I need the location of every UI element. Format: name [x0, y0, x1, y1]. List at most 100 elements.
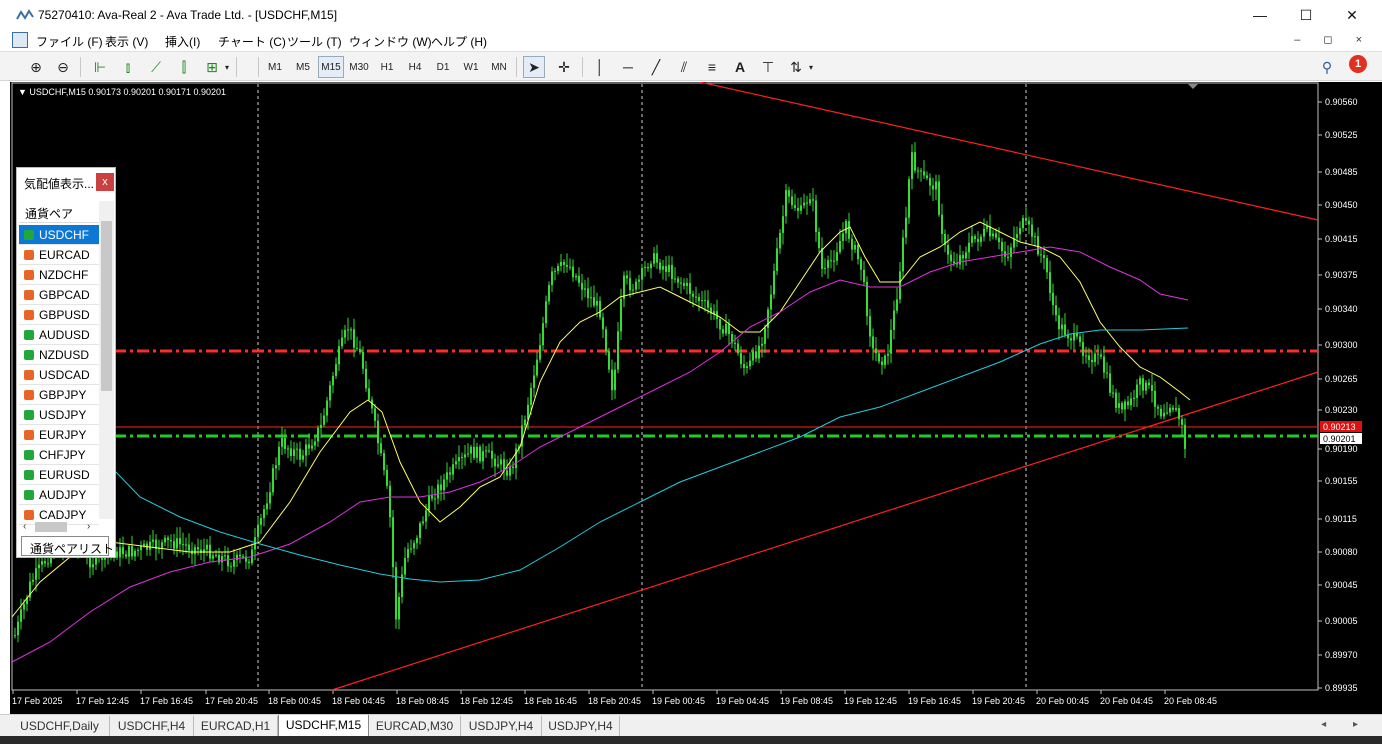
chart-canvas[interactable]: 0.90560 0.90525 0.90485 0.90450 0.90415 0.903…: [10, 82, 1382, 714]
crosshair-icon[interactable]: ✛: [553, 56, 575, 78]
timeframe-m30[interactable]: M30: [346, 56, 372, 78]
text-label-icon[interactable]: ⊤: [757, 56, 779, 78]
vertical-scrollbar[interactable]: [99, 201, 114, 519]
zoom-out-icon[interactable]: ⊖: [52, 56, 74, 78]
tab-symbol-list[interactable]: 通貨ペアリスト: [21, 536, 114, 556]
tab-navigation-arrows[interactable]: ◂ ▸: [1321, 719, 1370, 730]
symbol-row-eurusd[interactable]: EURUSD: [19, 465, 99, 485]
chevron-down-icon[interactable]: ▾: [222, 56, 232, 78]
close-button[interactable]: ✕: [1329, 0, 1375, 30]
timeframe-m1[interactable]: M1: [262, 56, 288, 78]
chart-tab-usdchf-m15[interactable]: USDCHF,M15: [278, 715, 369, 737]
candle-body: [1136, 384, 1138, 398]
scroll-right-icon[interactable]: ›: [87, 521, 90, 532]
bar-chart-icon[interactable]: ⊩: [89, 56, 111, 78]
mdi-window-controls[interactable]: – ◻ ×: [1294, 33, 1372, 46]
candle-body: [377, 420, 379, 444]
minimize-button[interactable]: —: [1237, 0, 1283, 30]
zoom-in-icon[interactable]: ⊕: [25, 56, 47, 78]
menu-chart[interactable]: チャート (C): [218, 33, 286, 50]
time-label: 17 Feb 12:45: [76, 696, 129, 706]
symbol-row-eurjpy[interactable]: EURJPY: [19, 425, 99, 445]
candle-chart-icon[interactable]: ⫾: [117, 56, 139, 78]
maximize-button[interactable]: ☐: [1283, 0, 1329, 30]
chart-tab-eurcad-h1[interactable]: EURCAD,H1: [194, 716, 278, 736]
chart-tab-eurcad-m30[interactable]: EURCAD,M30: [369, 716, 461, 736]
candle-body: [581, 282, 583, 290]
symbol-row-chfjpy[interactable]: CHFJPY: [19, 445, 99, 465]
notification-badge[interactable]: 1: [1349, 55, 1367, 73]
symbol-row-gbpusd[interactable]: GBPUSD: [19, 305, 99, 325]
price-chart[interactable]: 0.90560 0.90525 0.90485 0.90450 0.90415 0.903…: [10, 82, 1382, 714]
timeframe-m5[interactable]: M5: [290, 56, 316, 78]
chart-tab-usdjpy-h4[interactable]: USDJPY,H4: [461, 716, 542, 736]
timeframe-w1[interactable]: W1: [458, 56, 484, 78]
scrollbar-thumb[interactable]: [35, 522, 67, 532]
scrollbar-thumb[interactable]: [101, 221, 112, 391]
vertical-line-icon[interactable]: │: [589, 56, 611, 78]
candle-body: [311, 445, 313, 449]
candle-body: [608, 351, 610, 370]
symbol-row-usdjpy[interactable]: USDJPY: [19, 405, 99, 425]
candle-body: [923, 171, 925, 176]
chart-tab-usdjpy-h4-2[interactable]: USDJPY,H4: [542, 716, 620, 736]
indicators-icon[interactable]: ⫿: [173, 56, 195, 78]
symbol-row-gbpjpy[interactable]: GBPJPY: [19, 385, 99, 405]
timeframe-m15[interactable]: M15: [318, 56, 344, 78]
candle-body: [443, 479, 445, 491]
horizontal-line-icon[interactable]: ─: [617, 56, 639, 78]
plot-frame: [11, 82, 1319, 691]
candle-body: [476, 446, 478, 458]
chevron-down-icon[interactable]: ▾: [806, 56, 816, 78]
menu-help[interactable]: ヘルプ (H): [431, 33, 487, 50]
menu-tools[interactable]: ツール (T): [287, 33, 342, 50]
symbol-row-nzdchf[interactable]: NZDCHF: [19, 265, 99, 285]
menu-view[interactable]: 表示 (V): [105, 33, 148, 50]
candle-body: [395, 567, 397, 620]
trendline-icon[interactable]: ╱: [645, 56, 667, 78]
time-label: 17 Feb 16:45: [140, 696, 193, 706]
timeframe-d1[interactable]: D1: [430, 56, 456, 78]
symbol-row-nzdusd[interactable]: NZDUSD: [19, 345, 99, 365]
equidistant-channel-icon[interactable]: ⫽: [673, 56, 695, 78]
candle-body: [533, 375, 535, 388]
horizontal-scrollbar[interactable]: ‹ ›: [19, 519, 115, 535]
symbol-row-audjpy[interactable]: AUDJPY: [19, 485, 99, 505]
arrows-icon[interactable]: ⇅: [785, 56, 807, 78]
candle-body: [836, 252, 838, 261]
candle-body: [818, 231, 820, 249]
symbol-row-usdchf[interactable]: USDCHF: [19, 225, 99, 245]
candle-body: [719, 319, 721, 330]
column-header-symbol[interactable]: 通貨ペア: [19, 201, 99, 223]
symbol-row-eurcad[interactable]: EURCAD: [19, 245, 99, 265]
cursor-icon[interactable]: ➤: [523, 56, 545, 78]
menu-insert[interactable]: 挿入(I): [165, 33, 200, 50]
chart-tab-usdchf-h4[interactable]: USDCHF,H4: [110, 716, 194, 736]
candle-body: [1019, 228, 1021, 235]
text-icon[interactable]: A: [729, 56, 751, 78]
candle-body: [965, 252, 967, 259]
timeframe-h1[interactable]: H1: [374, 56, 400, 78]
candle-body: [638, 279, 640, 282]
scroll-left-icon[interactable]: ‹: [23, 521, 26, 532]
chart-window-icon[interactable]: [12, 32, 28, 48]
market-watch-close-button[interactable]: x: [96, 173, 114, 191]
symbol-row-usdcad[interactable]: USDCAD: [19, 365, 99, 385]
timeframe-mn[interactable]: MN: [486, 56, 512, 78]
menu-file[interactable]: ファイル (F): [36, 33, 103, 50]
search-icon[interactable]: ⚲: [1316, 56, 1338, 78]
menu-window[interactable]: ウィンドウ (W): [349, 33, 432, 50]
chart-tab-usdchf-daily[interactable]: USDCHF,Daily: [10, 716, 110, 736]
timeframe-h4[interactable]: H4: [402, 56, 428, 78]
candle-body: [854, 244, 856, 250]
fibonacci-icon[interactable]: ≡: [701, 56, 723, 78]
candle-body: [833, 260, 835, 262]
symbol-row-gbpcad[interactable]: GBPCAD: [19, 285, 99, 305]
candle-body: [1040, 254, 1042, 256]
candle-body: [164, 537, 166, 543]
candle-body: [341, 337, 343, 347]
symbol-row-audusd[interactable]: AUDUSD: [19, 325, 99, 345]
candle-body: [545, 301, 547, 324]
line-chart-icon[interactable]: ⟋: [145, 56, 167, 78]
templates-icon[interactable]: ⊞: [201, 56, 223, 78]
